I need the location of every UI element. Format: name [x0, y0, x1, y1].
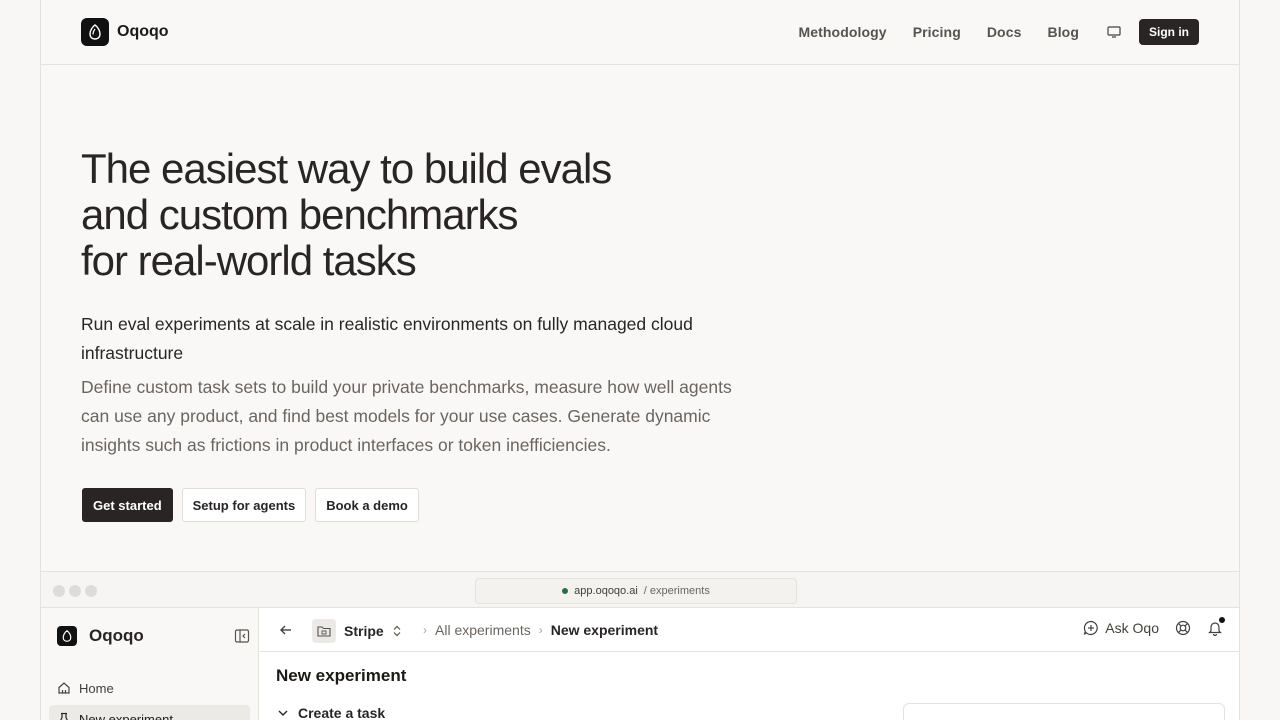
logo-icon: [81, 18, 109, 46]
theme-toggle-monitor-icon[interactable]: [1107, 24, 1123, 40]
ask-oqo-button[interactable]: Ask Oqo: [1083, 620, 1159, 636]
flask-icon: [57, 712, 71, 720]
page-title: New experiment: [276, 666, 407, 685]
sidebar-brand-name: Oqoqo: [89, 626, 144, 645]
breadcrumb-all-experiments[interactable]: All experiments: [435, 622, 531, 638]
hero-description: Define custom task sets to build your pr…: [81, 377, 732, 455]
toolbar-actions: Ask Oqo: [1083, 617, 1225, 636]
create-task-section-toggle[interactable]: Create a task: [276, 705, 385, 720]
window-dot: [85, 585, 97, 597]
collapse-sidebar-icon[interactable]: [234, 628, 250, 644]
nav-link-blog[interactable]: Blog: [1047, 24, 1079, 40]
chevron-down-icon: [276, 706, 290, 720]
hero-title-line-2: and custom benchmarks: [81, 191, 519, 238]
get-started-button[interactable]: Get started: [82, 488, 173, 522]
chevron-right-icon: ›: [538, 623, 543, 637]
url-path: / experiments: [643, 585, 710, 597]
sidebar: Oqoqo Home New experiment: [41, 608, 259, 720]
app-preview: app.oqoqo.ai / experiments Oqoqo Home Ne…: [41, 571, 1239, 720]
ask-oqo-label: Ask Oqo: [1105, 620, 1159, 636]
brand[interactable]: Oqoqo: [81, 18, 169, 46]
toolbar: Stripe › All experiments › New experimen: [260, 608, 1239, 652]
main-panel: Stripe › All experiments › New experimen: [260, 608, 1239, 720]
window-dot: [69, 585, 81, 597]
hero-title: The easiest way to build evals and custo…: [81, 146, 721, 284]
sidebar-item-home[interactable]: Home: [49, 674, 250, 702]
project-name: Stripe: [344, 623, 384, 639]
notification-badge: [1219, 617, 1225, 623]
hero-title-line-3: for real-world tasks: [81, 237, 417, 284]
nav-link-methodology[interactable]: Methodology: [798, 24, 886, 40]
folder-icon: [312, 619, 336, 643]
status-dot-icon: [562, 588, 569, 594]
project-selector[interactable]: Stripe: [312, 619, 402, 643]
chat-plus-icon: [1083, 620, 1099, 636]
chevron-right-icon: ›: [423, 623, 427, 637]
window-controls: [53, 585, 97, 597]
book-a-demo-button[interactable]: Book a demo: [315, 488, 419, 522]
side-panel-card: [903, 703, 1225, 720]
app-window: Oqoqo Home New experiment Stripe › All e…: [41, 608, 1239, 720]
hero-subtitle: Run eval experiments at scale in realist…: [81, 314, 693, 363]
notification-bell-icon[interactable]: [1207, 617, 1225, 636]
breadcrumb: › All experiments › New experiment: [423, 622, 658, 638]
sign-in-button[interactable]: Sign in: [1139, 19, 1199, 45]
nav-link-pricing[interactable]: Pricing: [913, 24, 961, 40]
url-bar: app.oqoqo.ai / experiments: [475, 578, 797, 604]
section-label: Create a task: [298, 705, 386, 720]
window-dot: [53, 585, 65, 597]
sidebar-brand[interactable]: Oqoqo: [57, 626, 144, 646]
sidebar-item-label: Home: [79, 680, 114, 696]
hero-title-line-1: The easiest way to build evals: [81, 145, 612, 192]
sidebar-item-label: New experiment: [79, 711, 173, 720]
breadcrumb-current: New experiment: [550, 622, 659, 638]
setup-for-agents-button[interactable]: Setup for agents: [181, 488, 307, 522]
back-arrow-icon[interactable]: [278, 622, 294, 638]
brand-name: Oqoqo: [117, 23, 169, 40]
nav-link-docs[interactable]: Docs: [987, 24, 1022, 40]
browser-chrome: app.oqoqo.ai / experiments: [41, 572, 1239, 608]
logo-icon: [57, 626, 77, 646]
url-host: app.oqoqo.ai: [574, 585, 638, 597]
sidebar-item-new-experiment[interactable]: New experiment: [49, 705, 250, 720]
chevron-up-down-icon: [392, 625, 402, 637]
cta-group: Get started Setup for agents Book a demo: [82, 488, 419, 522]
home-icon: [57, 681, 71, 695]
page-frame: Oqoqo Methodology Pricing Docs Blog Sign…: [40, 0, 1240, 720]
nav-links: Methodology Pricing Docs Blog Sign in: [798, 19, 1199, 45]
top-nav: Oqoqo Methodology Pricing Docs Blog Sign…: [41, 0, 1239, 65]
help-lifebuoy-icon[interactable]: [1175, 620, 1191, 636]
